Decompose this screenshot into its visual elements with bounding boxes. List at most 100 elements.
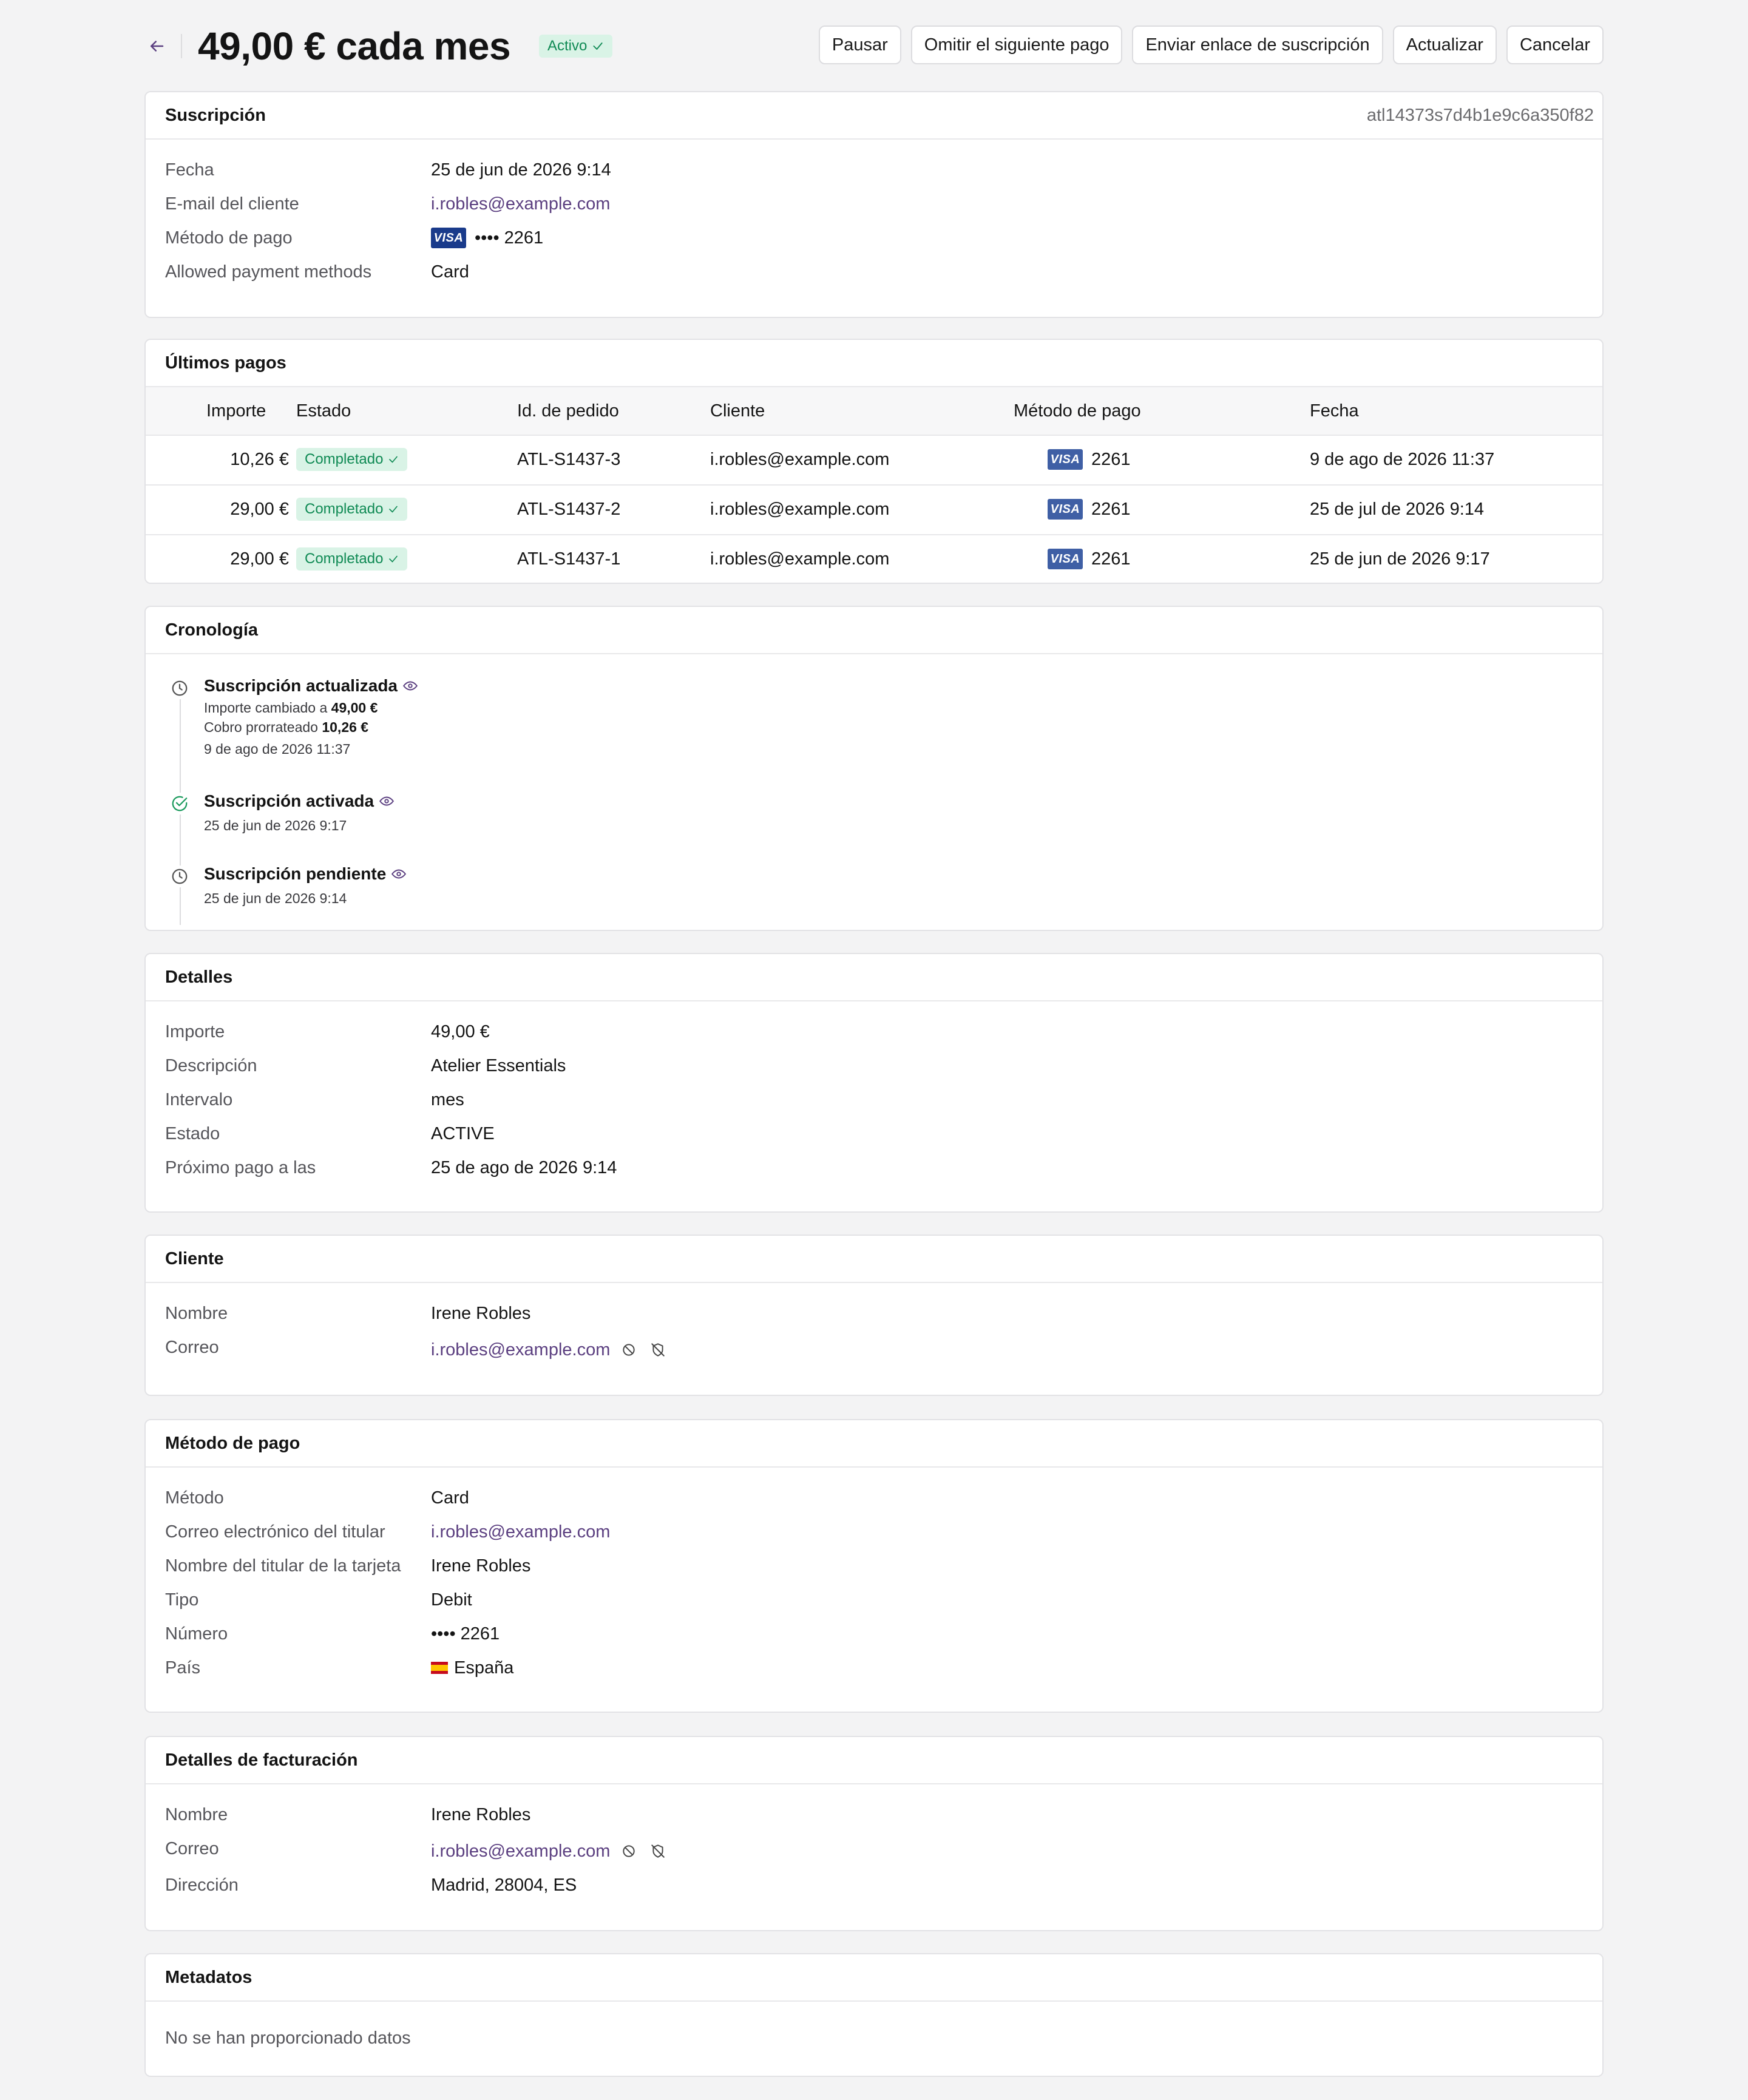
timeline-event-body: Suscripción pendiente 25 de jun de 2026 … bbox=[204, 862, 407, 909]
block-icon[interactable] bbox=[618, 1841, 639, 1861]
recent-payments-card: Últimos pagos Importe Estado Id. de pedi… bbox=[144, 339, 1604, 584]
check-icon bbox=[593, 42, 603, 50]
clock-icon bbox=[169, 677, 191, 699]
table-header: Importe Estado Id. de pedido Cliente Mét… bbox=[146, 387, 1602, 436]
kv-row: País España bbox=[146, 1651, 1602, 1685]
detail-value: 10,26 € bbox=[322, 719, 369, 735]
eye-icon[interactable] bbox=[402, 678, 418, 694]
kv-value: 25 de ago de 2026 9:14 bbox=[431, 1157, 617, 1177]
kv-label: E-mail del cliente bbox=[165, 194, 299, 214]
kv-value: VISA •••• 2261 bbox=[431, 221, 543, 255]
timeline-event-title: Suscripción actualizada bbox=[204, 674, 418, 698]
card-title: Método de pago bbox=[165, 1433, 300, 1453]
kv-value: •••• 2261 bbox=[431, 1624, 500, 1644]
customer-email-link[interactable]: i.robles@example.com bbox=[431, 1340, 610, 1360]
cancel-button[interactable]: Cancelar bbox=[1506, 25, 1604, 64]
kv-value: Irene Robles bbox=[431, 1303, 531, 1323]
key-value-list: Nombre Irene Robles Correo i.robles@examp… bbox=[146, 1784, 1602, 1902]
back-arrow-icon[interactable] bbox=[144, 34, 169, 58]
kv-row-payment-method: Método de pago VISA •••• 2261 bbox=[146, 221, 1602, 255]
payment-method: VISA 2261 bbox=[1048, 436, 1131, 483]
status-label: Completado bbox=[305, 501, 384, 517]
shield-off-icon[interactable] bbox=[648, 1841, 668, 1861]
eye-icon[interactable] bbox=[391, 866, 407, 882]
card-last4: 2261 bbox=[1091, 449, 1131, 469]
check-icon bbox=[389, 456, 398, 463]
column-header: Cliente bbox=[710, 401, 765, 421]
payment-method: VISA 2261 bbox=[1048, 486, 1131, 533]
card-title: Cronología bbox=[165, 620, 259, 640]
payment-status: Completado bbox=[296, 486, 408, 533]
kv-label: Próximo pago a las bbox=[165, 1158, 316, 1177]
block-icon[interactable] bbox=[618, 1340, 639, 1360]
customer-email: i.robles@example.com bbox=[710, 449, 890, 469]
kv-label: Nombre bbox=[165, 1304, 228, 1323]
shield-off-icon[interactable] bbox=[648, 1340, 668, 1360]
metadata-card: Metadatos No se han proporcionado datos bbox=[144, 1953, 1604, 2077]
kv-label: Correo bbox=[165, 1338, 219, 1357]
empty-state-text: No se han proporcionado datos bbox=[165, 2028, 411, 2048]
kv-row: Nombre del titular de la tarjeta Irene Ro… bbox=[146, 1549, 1602, 1583]
billing-email-link[interactable]: i.robles@example.com bbox=[431, 1841, 610, 1861]
card-header: Cliente bbox=[146, 1236, 1602, 1283]
customer-email: i.robles@example.com bbox=[710, 549, 890, 569]
table-row[interactable]: 29,00 € Completado ATL-S1437-1 i.robles@… bbox=[146, 535, 1602, 583]
kv-row: Nombre Irene Robles bbox=[146, 1296, 1602, 1330]
kv-label: Fecha bbox=[165, 160, 214, 180]
status-label: Completado bbox=[305, 550, 384, 567]
column-header: Fecha bbox=[1310, 401, 1359, 421]
event-title: Suscripción pendiente bbox=[204, 864, 387, 883]
card-last4: 2261 bbox=[1091, 549, 1131, 569]
kv-label: Método de pago bbox=[165, 228, 293, 248]
kv-value: Irene Robles bbox=[431, 1556, 531, 1576]
payment-amount: 10,26 € bbox=[230, 449, 289, 469]
check-icon bbox=[389, 555, 398, 563]
card-last4: •••• 2261 bbox=[475, 228, 544, 248]
status-badge: Completado bbox=[296, 448, 408, 471]
update-button[interactable]: Actualizar bbox=[1392, 25, 1497, 64]
pause-button[interactable]: Pausar bbox=[818, 25, 901, 64]
payment-date: 25 de jul de 2026 9:14 bbox=[1310, 499, 1485, 519]
kv-label: Intervalo bbox=[165, 1090, 233, 1109]
event-title: Suscripción activada bbox=[204, 791, 374, 810]
detail-label: Importe cambiado a bbox=[204, 700, 328, 716]
subscription-card: Suscripción atl14373s7d4b1e9c6a350f82 Fe… bbox=[144, 91, 1604, 318]
kv-row-date: Fecha 25 de jun de 2026 9:14 bbox=[146, 153, 1602, 187]
subscription-id: atl14373s7d4b1e9c6a350f82 bbox=[1366, 105, 1594, 125]
card-header: Cronología bbox=[146, 607, 1602, 654]
visa-card-icon: VISA bbox=[431, 228, 466, 248]
status-label: Completado bbox=[305, 451, 384, 467]
visa-card-icon: VISA bbox=[1048, 449, 1083, 470]
event-detail: Importe cambiado a 49,00 € bbox=[204, 698, 418, 717]
kv-row-customer-email: E-mail del cliente i.robles@example.com bbox=[146, 187, 1602, 221]
kv-value: 25 de jun de 2026 9:14 bbox=[431, 160, 611, 180]
send-subscription-link-button[interactable]: Enviar enlace de suscripción bbox=[1132, 25, 1383, 64]
kv-value: España bbox=[431, 1651, 513, 1685]
customer-email-link[interactable]: i.robles@example.com bbox=[431, 187, 610, 221]
kv-label: Estado bbox=[165, 1124, 220, 1143]
status-badge: Completado bbox=[296, 498, 408, 521]
card-title: Últimos pagos bbox=[165, 353, 286, 373]
card-header: Método de pago bbox=[146, 1420, 1602, 1468]
holder-email-link[interactable]: i.robles@example.com bbox=[431, 1515, 610, 1549]
payment-date: 9 de ago de 2026 11:37 bbox=[1310, 449, 1495, 469]
kv-value: Irene Robles bbox=[431, 1804, 531, 1824]
column-header: Importe bbox=[206, 401, 266, 421]
kv-value: Card bbox=[431, 262, 469, 282]
card-header: Detalles de facturación bbox=[146, 1737, 1602, 1784]
event-date: 25 de jun de 2026 9:17 bbox=[204, 818, 347, 833]
kv-label: Método bbox=[165, 1488, 224, 1508]
header-divider bbox=[181, 34, 182, 58]
table-row[interactable]: 10,26 € Completado ATL-S1437-3 i.robles@… bbox=[146, 436, 1602, 486]
skip-next-payment-button[interactable]: Omitir el siguiente pago bbox=[910, 25, 1123, 64]
table-row[interactable]: 29,00 € Completado ATL-S1437-2 i.robles@… bbox=[146, 486, 1602, 535]
payment-amount: 29,00 € bbox=[230, 549, 289, 569]
timeline-card: Cronología Suscripción actualizada Impor… bbox=[144, 606, 1604, 931]
header-actions: Pausar Omitir el siguiente pago Enviar e… bbox=[818, 25, 1604, 64]
kv-label: Correo electrónico del titular bbox=[165, 1522, 385, 1542]
status-badge: Completado bbox=[296, 547, 408, 571]
eye-icon[interactable] bbox=[379, 793, 395, 809]
payment-status: Completado bbox=[296, 436, 408, 483]
kv-label: Nombre del titular de la tarjeta bbox=[165, 1556, 401, 1576]
kv-label: Importe bbox=[165, 1022, 225, 1042]
